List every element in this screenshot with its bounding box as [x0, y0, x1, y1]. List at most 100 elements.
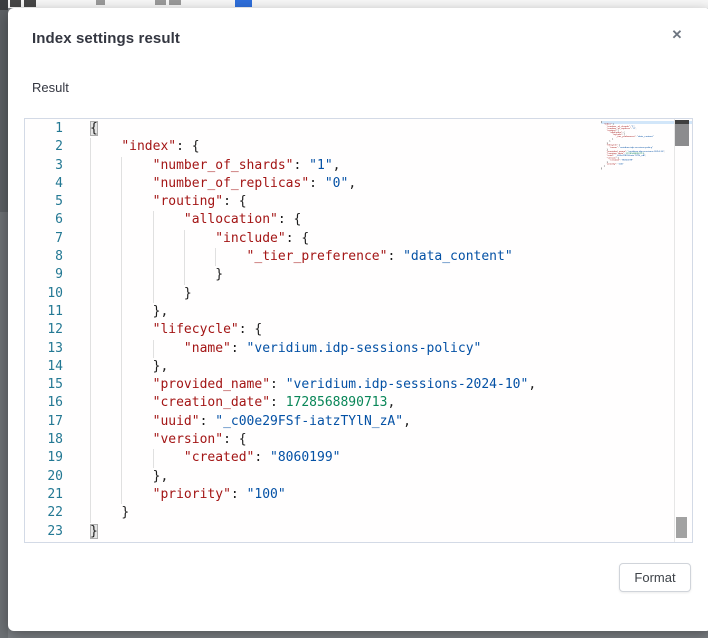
format-button[interactable]: Format [619, 563, 691, 592]
indent-guide [90, 230, 91, 248]
editor-minimap[interactable]: { "index": { "number_of_shards": "1", "n… [601, 121, 673, 179]
code-line: "include": { [90, 230, 692, 248]
indent-guide [121, 486, 122, 504]
code-line: "priority": "100" [90, 486, 692, 504]
indent-guide [121, 303, 122, 321]
indent-guide [121, 376, 122, 394]
modal-title: Index settings result [32, 30, 180, 47]
indent-guide [121, 340, 122, 358]
indent-guide [121, 358, 122, 376]
code-line: } [90, 504, 692, 522]
indent-guide [121, 394, 122, 412]
indent-guide [90, 321, 91, 339]
indent-guide [184, 266, 185, 284]
line-number: 4 [25, 175, 90, 193]
line-number: 6 [25, 211, 90, 229]
json-code-editor[interactable]: 1234567891011121314151617181920212223 { … [24, 118, 693, 543]
indent-guide [121, 266, 122, 284]
indent-guide [121, 321, 122, 339]
code-line: "allocation": { [90, 211, 692, 229]
editor-gutter: 1234567891011121314151617181920212223 [25, 120, 90, 541]
code-line: "uuid": "_c00e29FSf-iatzTYlN_zA", [90, 413, 692, 431]
indent-guide [184, 230, 185, 248]
line-number: 10 [25, 285, 90, 303]
line-number: 2 [25, 138, 90, 156]
line-number: 18 [25, 431, 90, 449]
indent-guide [90, 468, 91, 486]
line-number: 11 [25, 303, 90, 321]
indent-guide [90, 138, 91, 156]
indent-guide [90, 449, 91, 467]
overview-ruler-mark [676, 517, 687, 538]
indent-guide [153, 266, 154, 284]
background-page-fragment [169, 0, 181, 5]
indent-guide [90, 340, 91, 358]
indent-guide [121, 211, 122, 229]
line-number: 17 [25, 413, 90, 431]
indent-guide [90, 193, 91, 211]
code-line: } [90, 266, 692, 284]
indent-guide [121, 193, 122, 211]
background-page-fragment [155, 0, 166, 5]
indent-guide [121, 230, 122, 248]
indent-guide [121, 431, 122, 449]
indent-guide [153, 449, 154, 467]
line-number: 13 [25, 340, 90, 358]
indent-guide [215, 248, 216, 266]
line-number: 19 [25, 449, 90, 467]
indent-guide [90, 285, 91, 303]
background-page-top [8, 0, 708, 8]
indent-guide [90, 431, 91, 449]
indent-guide [153, 230, 154, 248]
indent-guide [90, 394, 91, 412]
code-line: }, [90, 303, 692, 321]
indent-guide [90, 211, 91, 229]
code-line: } [90, 285, 692, 303]
indent-guide [90, 376, 91, 394]
indent-guide [121, 449, 122, 467]
line-number: 20 [25, 468, 90, 486]
indent-guide [90, 248, 91, 266]
line-number: 7 [25, 230, 90, 248]
line-number: 1 [25, 120, 90, 138]
indent-guide [121, 157, 122, 175]
code-line: } [601, 167, 671, 169]
background-page-fragment [24, 0, 36, 7]
indent-guide [90, 175, 91, 193]
minimap-code: { "index": { "number_of_shards": "1", "n… [601, 121, 671, 169]
code-line: "_tier_preference": "data_content" [90, 248, 692, 266]
code-line: "name": "veridium.idp-sessions-policy" [90, 340, 692, 358]
line-number: 8 [25, 248, 90, 266]
line-number: 15 [25, 376, 90, 394]
line-number: 21 [25, 486, 90, 504]
code-line: } [90, 523, 692, 541]
background-page-fragment [0, 0, 8, 10]
line-number: 3 [25, 157, 90, 175]
code-line: }, [90, 468, 692, 486]
indent-guide [121, 248, 122, 266]
indent-guide [121, 413, 122, 431]
background-panel-edge [0, 8, 8, 212]
index-settings-modal: Index settings result ✕ Result 123456789… [8, 8, 708, 631]
line-number: 9 [25, 266, 90, 284]
code-line: "routing": { [90, 193, 692, 211]
background-link-fragment [235, 0, 252, 7]
code-line: "provided_name": "veridium.idp-sessions-… [90, 376, 692, 394]
editor-code[interactable]: { "index": { "number_of_shards": "1", "n… [90, 120, 692, 541]
line-number: 16 [25, 394, 90, 412]
scrollbar-thumb[interactable] [675, 120, 689, 146]
line-number: 5 [25, 193, 90, 211]
indent-guide [90, 303, 91, 321]
code-line: "lifecycle": { [90, 321, 692, 339]
indent-guide [121, 285, 122, 303]
indent-guide [153, 248, 154, 266]
background-page-fragment [96, 0, 105, 5]
line-number: 14 [25, 358, 90, 376]
indent-guide [90, 157, 91, 175]
close-icon[interactable]: ✕ [666, 24, 688, 46]
indent-guide [121, 468, 122, 486]
indent-guide [184, 248, 185, 266]
indent-guide [90, 486, 91, 504]
line-number: 12 [25, 321, 90, 339]
indent-guide [90, 266, 91, 284]
